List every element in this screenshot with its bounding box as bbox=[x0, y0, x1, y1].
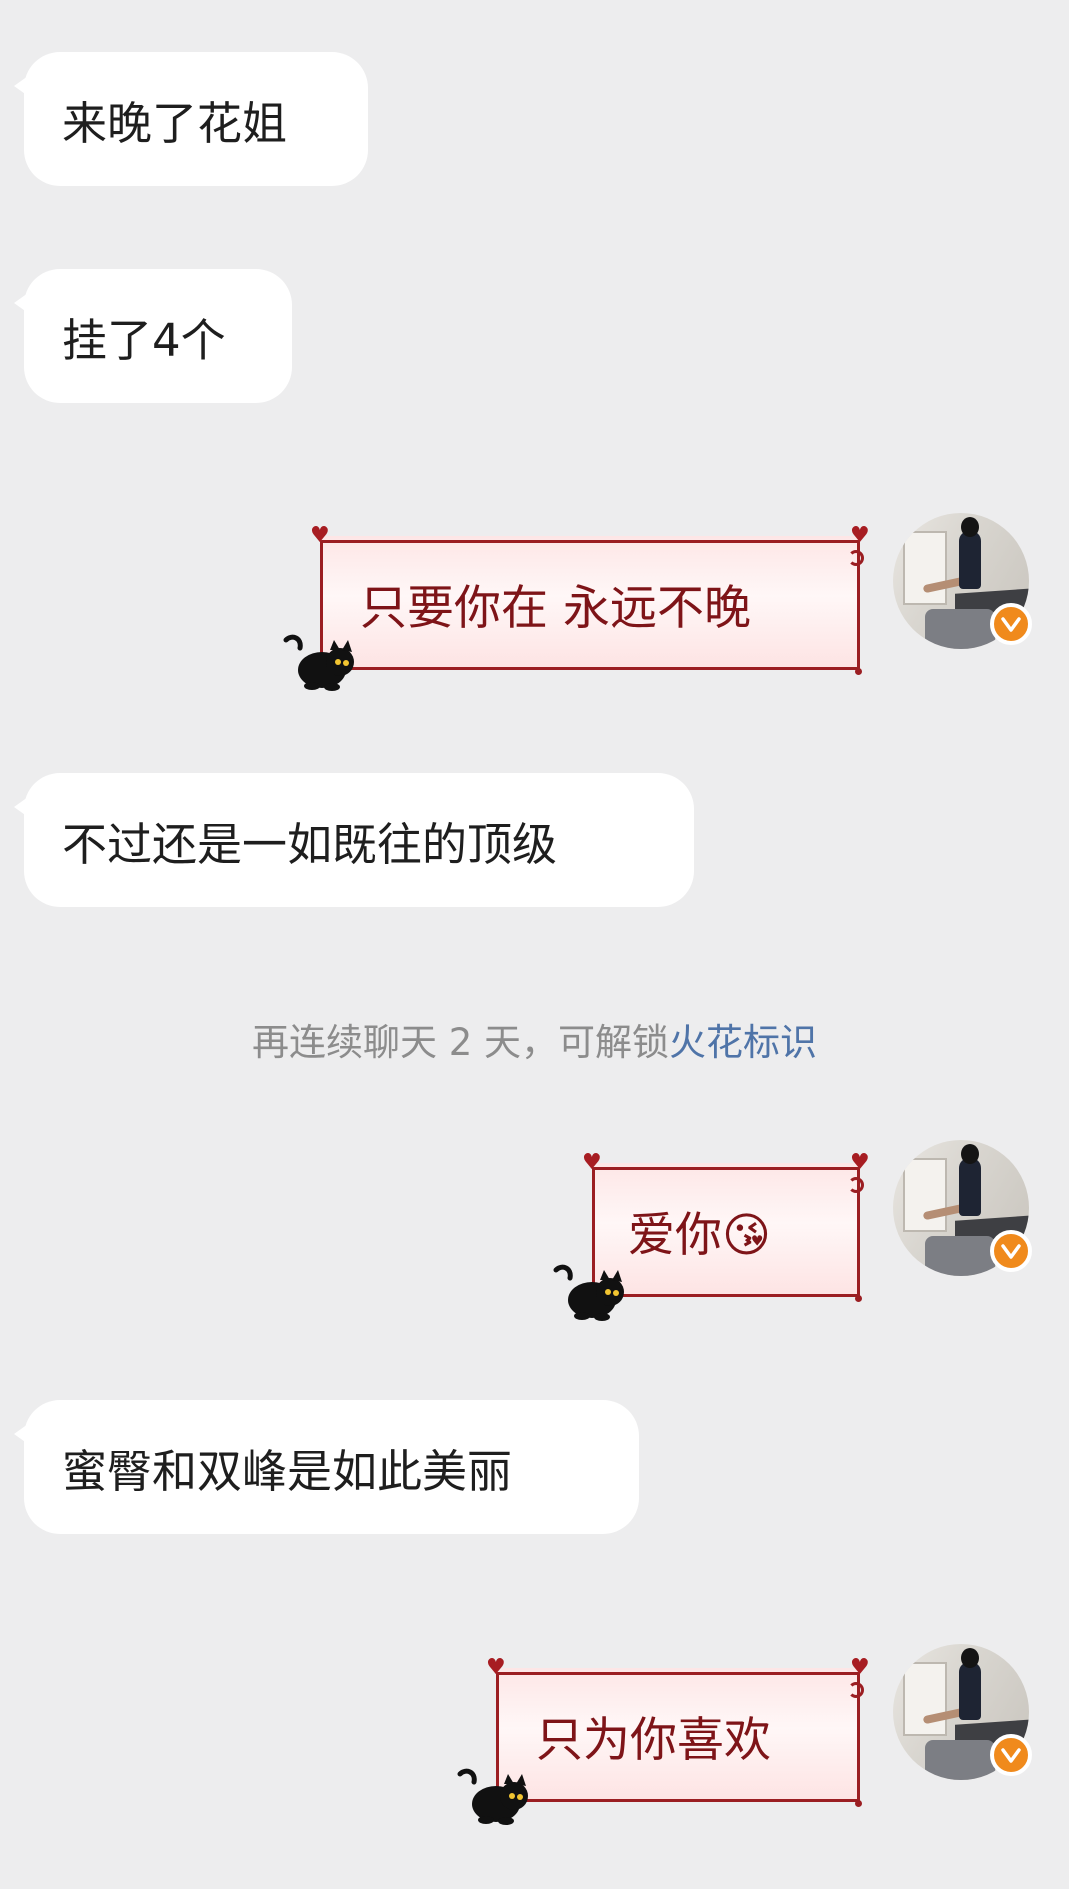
system-tip-text: 再连续聊天 2 天，可解锁 bbox=[251, 1021, 670, 1064]
heart-icon: ♥ bbox=[850, 523, 870, 548]
message-text: 来晚了花姐 bbox=[62, 96, 288, 150]
bubble-tail bbox=[14, 797, 28, 817]
bubble-tail bbox=[14, 1424, 28, 1444]
black-cat-icon bbox=[457, 1768, 528, 1825]
spark-badge-link[interactable]: 火花标识 bbox=[669, 1021, 817, 1064]
verified-badge-icon bbox=[990, 603, 1032, 645]
system-tip: 再连续聊天 2 天，可解锁火花标识 bbox=[0, 1012, 1069, 1066]
message-text: 爱你😘 bbox=[628, 1207, 771, 1263]
frame-dot bbox=[855, 1800, 862, 1807]
message-text: 只要你在 永远不晚 bbox=[360, 580, 751, 636]
heart-icon: ♥ bbox=[850, 1150, 870, 1175]
outgoing-message[interactable]: ♥ ♥ 只为你喜欢 bbox=[486, 1657, 870, 1807]
heart-icon: ♥ bbox=[850, 1655, 870, 1680]
verified-badge-icon bbox=[990, 1230, 1032, 1272]
frame-dot bbox=[855, 668, 862, 675]
frame-curl bbox=[848, 550, 864, 566]
black-cat-icon bbox=[283, 634, 354, 691]
outgoing-message[interactable]: ♥ ♥ 只要你在 永远不晚 bbox=[310, 525, 870, 675]
frame-curl bbox=[848, 1177, 864, 1193]
incoming-message[interactable]: 不过还是一如既往的顶级 bbox=[14, 773, 694, 907]
incoming-message[interactable]: 蜜臀和双峰是如此美丽 bbox=[14, 1400, 639, 1534]
verified-badge-icon bbox=[990, 1734, 1032, 1776]
black-cat-icon bbox=[553, 1264, 624, 1321]
heart-icon: ♥ bbox=[310, 523, 330, 548]
message-text: 只为你喜欢 bbox=[536, 1712, 771, 1768]
message-text: 挂了4个 bbox=[62, 313, 226, 367]
frame-curl bbox=[848, 1682, 864, 1698]
bubble-tail bbox=[14, 293, 28, 313]
incoming-message[interactable]: 挂了4个 bbox=[14, 269, 292, 403]
heart-icon: ♥ bbox=[582, 1150, 602, 1175]
frame-dot bbox=[855, 1295, 862, 1302]
message-text: 不过还是一如既往的顶级 bbox=[62, 817, 558, 871]
heart-icon: ♥ bbox=[486, 1655, 506, 1680]
message-text: 蜜臀和双峰是如此美丽 bbox=[62, 1444, 513, 1498]
incoming-message[interactable]: 来晚了花姐 bbox=[14, 52, 368, 186]
bubble-tail bbox=[14, 76, 28, 96]
